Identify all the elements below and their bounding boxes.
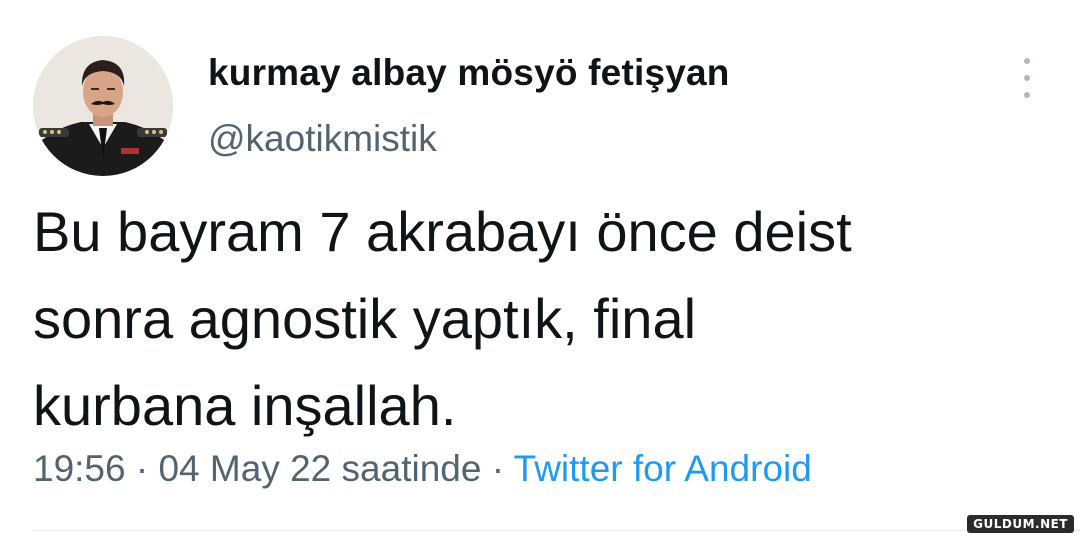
- tweet-text: Bu bayram 7 akrabayı önce deist sonra ag…: [33, 200, 852, 437]
- more-dot: [1024, 92, 1030, 98]
- avatar[interactable]: [33, 36, 173, 176]
- more-dot: [1024, 75, 1030, 81]
- tweet-source-link[interactable]: Twitter for Android: [514, 448, 812, 489]
- avatar-portrait-image: [33, 36, 173, 176]
- divider: [33, 530, 1080, 531]
- user-handle[interactable]: @kaotikmistik: [208, 118, 437, 160]
- watermark-logo: GULDUM.NET: [967, 515, 1074, 533]
- meta-separator: ·: [125, 448, 159, 489]
- tweet-date[interactable]: 04 May 22 saatinde: [158, 448, 481, 489]
- meta-separator: ·: [481, 448, 514, 489]
- tweet-time[interactable]: 19:56: [33, 448, 126, 489]
- tweet-card: kurmay albay mösyö fetişyan @kaotikmisti…: [0, 0, 1080, 536]
- display-name[interactable]: kurmay albay mösyö fetişyan: [208, 52, 730, 94]
- more-options-icon[interactable]: [1014, 58, 1040, 98]
- tweet-meta: 19:56 · 04 May 22 saatinde · Twitter for…: [33, 448, 812, 490]
- more-dot: [1024, 58, 1030, 64]
